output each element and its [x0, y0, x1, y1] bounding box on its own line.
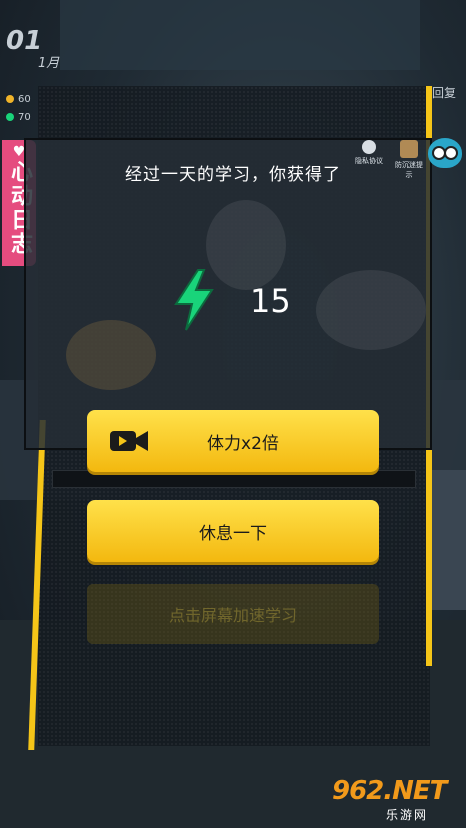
- tap-to-speed-hint[interactable]: 点击屏幕加速学习: [87, 584, 379, 644]
- double-energy-label: 体力x2倍: [207, 433, 279, 454]
- book-icon: [400, 140, 418, 158]
- burger-sketch: [66, 320, 156, 390]
- rest-button[interactable]: 休息一下: [87, 500, 379, 562]
- reward-title: 经过一天的学习，你获得了: [125, 165, 341, 185]
- cloud-sketch: [316, 270, 426, 350]
- date-day: 01: [6, 26, 43, 56]
- stat-b: 70: [6, 112, 31, 123]
- watermark-main: 962.NET: [332, 776, 447, 806]
- reward-value: 15: [250, 282, 291, 320]
- double-energy-button[interactable]: 体力x2倍: [87, 410, 379, 472]
- coin-icon: [6, 95, 14, 103]
- date-month: 1月: [38, 56, 60, 71]
- bulb-sketch: [206, 200, 286, 290]
- rest-label: 休息一下: [199, 523, 267, 544]
- tap-hint-label: 点击屏幕加速学习: [168, 606, 297, 625]
- background-window: [60, 0, 420, 70]
- energy-icon: [6, 113, 14, 121]
- background-cabinet: [430, 470, 466, 610]
- privacy-icon: [362, 140, 376, 154]
- lightning-bolt-icon: [174, 269, 214, 331]
- top-right-label: 回复: [432, 86, 457, 100]
- video-camera-icon: [110, 431, 148, 451]
- study-progress-track: [52, 470, 416, 488]
- site-watermark: 962.NET 乐游网: [332, 776, 462, 822]
- watermark-sub: 乐游网: [386, 808, 429, 822]
- stat-a: 60: [6, 94, 31, 105]
